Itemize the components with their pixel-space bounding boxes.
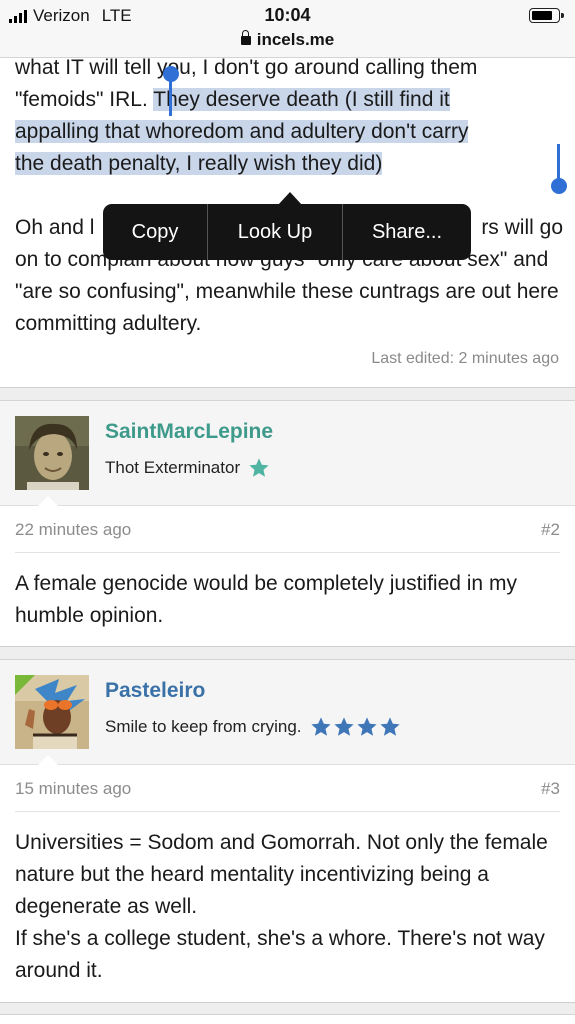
post-4 [0,1014,575,1024]
rank-stars [310,716,401,738]
selection-end-caret [557,144,560,182]
post-2-body: A female genocide would be completely ju… [15,572,517,627]
post-time[interactable]: 22 minutes ago [15,520,131,540]
battery-icon [529,8,564,23]
selected-text-1: They deserve death (I still find it [153,88,450,111]
star-icon [356,717,377,736]
post-1-line-1: what IT will tell you, I don't go around… [15,58,478,79]
user-title: Smile to keep from crying. [105,716,401,738]
username[interactable]: Pasteleiro [105,679,205,703]
post-number[interactable]: #3 [541,779,560,799]
post-3-body: Universities = Sodom and Gomorrah. Not o… [15,827,563,987]
post-2: SaintMarcLepine Thot Exterminator 22 min… [0,400,575,647]
rank-stars [248,457,270,479]
user-info-pointer [37,496,59,507]
avatar[interactable] [15,675,89,749]
selected-text-2: appalling that whoredom and adultery don… [15,120,469,143]
user-title-text: Thot Exterminator [105,458,241,477]
post-3-meta: 15 minutes ago #3 [15,766,560,812]
selection-end-handle[interactable] [551,178,567,194]
star-icon [249,458,269,477]
text-selection-menu: Copy Look Up Share... [103,192,471,260]
selection-start-caret [169,74,172,116]
avatar[interactable] [15,416,89,490]
post-1-para2-end: rs will go [481,216,563,239]
post-1-body-paragraph-1[interactable]: what IT will tell you, I don't go around… [15,58,563,180]
username[interactable]: SaintMarcLepine [105,420,273,444]
status-time: 10:04 [264,5,311,25]
user-info-pointer [37,755,59,766]
star-icon [379,717,400,736]
star-icon [310,717,331,736]
share-button[interactable]: Share... [342,204,471,260]
copy-button[interactable]: Copy [103,204,207,260]
star-icon [333,717,354,736]
user-title: Thot Exterminator [105,457,270,479]
last-edited-label: Last edited: 2 minutes ago [371,350,559,367]
post-3: Pasteleiro Smile to keep from crying. 15… [0,659,575,1003]
post-number[interactable]: #2 [541,520,560,540]
post-2-user-info: SaintMarcLepine Thot Exterminator [0,401,575,507]
status-bar: Verizon LTE 10:04 incels.me [0,0,575,58]
selected-text-3: the death penalty, I really wish they di… [15,152,383,175]
post-3-body-line-1: Universities = Sodom and Gomorrah. Not o… [15,831,548,918]
post-1-line-2-text: "femoids" IRL. [15,88,154,111]
post-3-body-line-2: If she's a college student, she's a whor… [15,927,545,982]
lock-icon [240,30,251,45]
user-title-text: Smile to keep from crying. [105,717,302,736]
look-up-button[interactable]: Look Up [207,204,342,260]
url-text: incels.me [256,30,335,49]
address-bar[interactable]: incels.me [0,30,575,50]
post-3-user-info: Pasteleiro Smile to keep from crying. [0,660,575,766]
post-time[interactable]: 15 minutes ago [15,779,131,799]
post-2-meta: 22 minutes ago #2 [15,507,560,553]
post-1-para2-start: Oh and l [15,216,95,239]
